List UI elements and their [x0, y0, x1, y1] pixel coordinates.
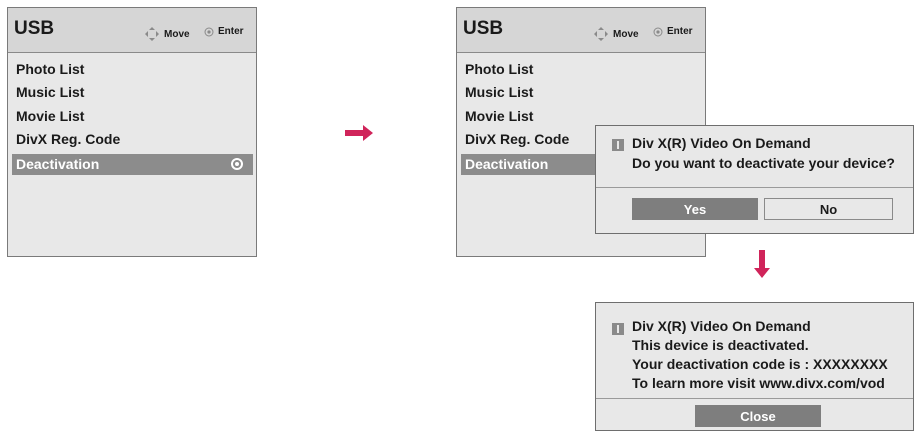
menu-item-movie-list[interactable]: Movie List	[16, 108, 84, 124]
menu-item-divx-reg-code[interactable]: DivX Reg. Code	[465, 131, 569, 147]
enter-legend-label: Enter	[218, 26, 244, 37]
right-arrow-icon	[345, 125, 373, 141]
move-legend-2: Move	[593, 26, 639, 42]
menu-header: USB Move Enter	[8, 8, 256, 53]
enter-legend-2: Enter	[653, 26, 693, 37]
move-legend: Move	[144, 26, 190, 42]
deactivation-result-dialog: Div X(R) Video On Demand This device is …	[595, 302, 914, 431]
yes-button[interactable]: Yes	[632, 198, 758, 220]
confirm-dialog-title: Div X(R) Video On Demand	[632, 135, 811, 151]
result-line-deactivated: This device is deactivated.	[632, 337, 809, 353]
info-bullet-icon	[612, 323, 624, 335]
deactivate-confirm-dialog: Div X(R) Video On Demand Do you want to …	[595, 125, 914, 234]
menu-header-2: USB Move Enter	[457, 8, 705, 53]
menu-item-music-list[interactable]: Music List	[16, 84, 84, 100]
move-legend-label: Move	[164, 28, 190, 40]
selected-radio-icon	[231, 158, 243, 170]
move-arrows-icon	[145, 27, 159, 41]
usb-menu-panel: USB Move Enter Photo List Music List Mov…	[7, 7, 257, 257]
close-button[interactable]: Close	[695, 405, 821, 427]
result-line-code: Your deactivation code is : XXXXXXXX	[632, 356, 888, 372]
menu-item-music-list[interactable]: Music List	[465, 84, 533, 100]
move-legend-label-2: Move	[613, 28, 639, 40]
move-arrows-icon	[594, 27, 608, 41]
dialog-divider	[596, 187, 913, 188]
menu-item-deactivation-label: Deactivation	[16, 156, 100, 172]
no-button[interactable]: No	[764, 198, 893, 220]
menu-item-divx-reg-code[interactable]: DivX Reg. Code	[16, 131, 120, 147]
menu-title-2: USB	[463, 18, 504, 39]
confirm-dialog-question: Do you want to deactivate your device?	[632, 155, 895, 171]
menu-item-deactivation[interactable]: Deactivation	[12, 154, 253, 175]
result-line-url: To learn more visit www.divx.com/vod	[632, 375, 885, 391]
enter-button-icon	[204, 27, 214, 36]
menu-item-photo-list[interactable]: Photo List	[16, 61, 84, 77]
menu-title: USB	[14, 18, 55, 39]
menu-item-photo-list[interactable]: Photo List	[465, 61, 533, 77]
enter-legend-label-2: Enter	[667, 26, 693, 37]
enter-button-icon	[653, 27, 663, 36]
enter-legend: Enter	[204, 26, 244, 37]
menu-item-movie-list[interactable]: Movie List	[465, 108, 533, 124]
result-dialog-title: Div X(R) Video On Demand	[632, 318, 811, 334]
down-arrow-icon	[754, 250, 770, 278]
menu-item-deactivation-label: Deactivation	[465, 156, 549, 172]
dialog-divider	[596, 398, 913, 399]
info-bullet-icon	[612, 139, 624, 151]
